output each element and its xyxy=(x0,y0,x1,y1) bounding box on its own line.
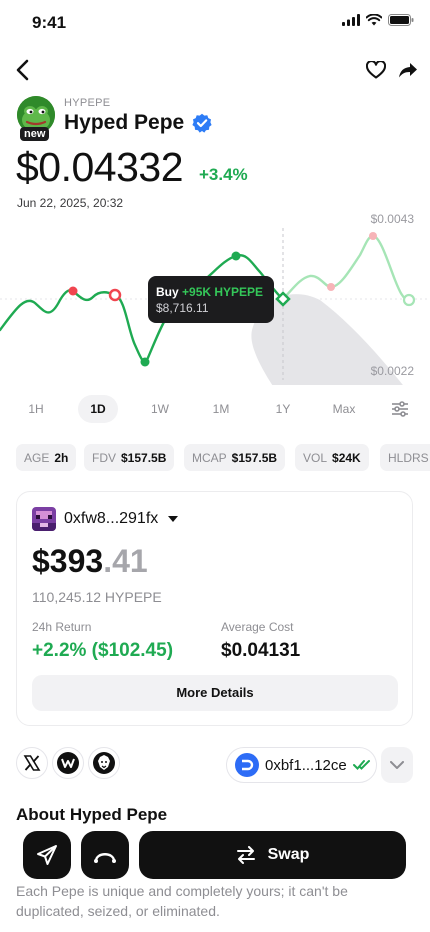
chain-logo-icon xyxy=(235,753,259,777)
stat-fdv: FDV $157.5B xyxy=(84,444,175,471)
wallet-address: 0xfw8...291fx xyxy=(64,510,159,527)
sell-marker[interactable] xyxy=(108,288,122,302)
return-value: +2.2% ($102.45) xyxy=(32,640,174,661)
future-marker xyxy=(402,293,416,307)
price-line-future xyxy=(281,234,411,302)
stat-mcap: MCAP $157.5B xyxy=(184,444,286,471)
website-link-button[interactable] xyxy=(52,747,84,779)
position-balance: $393.41 xyxy=(32,543,148,580)
tooltip-action: Buy xyxy=(156,285,179,299)
swap-label: Swap xyxy=(267,846,310,863)
stat-age: AGE 2h xyxy=(16,444,77,471)
back-button[interactable] xyxy=(10,58,34,82)
share-arrow-icon xyxy=(399,63,417,78)
swap-button[interactable]: Swap xyxy=(139,831,406,879)
token-ticker: HYPEPE xyxy=(64,97,111,109)
x-link-button[interactable] xyxy=(16,747,48,779)
stat-value: $24K xyxy=(332,450,361,465)
bridge-arc-icon xyxy=(94,853,116,863)
timeframe-1m[interactable]: 1M xyxy=(201,395,241,423)
share-button[interactable] xyxy=(396,59,420,81)
lion-logo-icon xyxy=(93,752,115,774)
tooltip-line-1: Buy +95K HYPEPE xyxy=(156,285,263,299)
chart-settings-button[interactable] xyxy=(388,398,412,420)
pixel-avatar-icon xyxy=(32,507,56,531)
avg-cost-label: Average Cost xyxy=(221,620,294,634)
stat-value: $157.5B xyxy=(231,450,278,465)
chevron-down-icon xyxy=(390,761,404,769)
swap-arrows-icon xyxy=(236,846,255,864)
about-title: About Hyped Pepe xyxy=(16,805,168,824)
w-logo-icon xyxy=(57,752,79,774)
stat-value: 2h xyxy=(54,450,69,465)
chart-high-label: $0.0043 xyxy=(370,212,414,226)
sliders-icon xyxy=(392,401,408,417)
wifi-icon xyxy=(366,14,382,26)
status-icons xyxy=(342,14,414,26)
sell-marker[interactable] xyxy=(68,286,78,296)
future-marker xyxy=(327,283,335,291)
tooltip-amount: +95K HYPEPE xyxy=(182,285,264,299)
expand-links-button[interactable] xyxy=(381,747,413,783)
stat-holders: HLDRS xyxy=(380,444,430,471)
buy-marker[interactable] xyxy=(231,251,241,261)
caret-down-icon xyxy=(168,516,179,522)
avg-cost-value: $0.04131 xyxy=(221,640,301,661)
timeframe-1w[interactable]: 1W xyxy=(140,395,180,423)
timeframe-1h[interactable]: 1H xyxy=(16,395,56,423)
heart-icon xyxy=(366,61,386,79)
favorite-button[interactable] xyxy=(364,59,388,81)
token-holdings: 110,245.12 HYPEPE xyxy=(32,589,162,605)
token-name: Hyped Pepe xyxy=(64,111,185,134)
timeframe-max[interactable]: Max xyxy=(324,395,364,423)
stat-key: AGE xyxy=(24,450,50,465)
verified-badge-icon xyxy=(192,113,212,133)
trade-tooltip: Buy +95K HYPEPE $8,716.11 xyxy=(148,276,274,323)
status-time: 9:41 xyxy=(32,13,67,32)
contract-address: 0xbf1...12ce xyxy=(265,756,347,774)
wallet-avatar xyxy=(32,507,56,531)
tooltip-value: $8,716.11 xyxy=(156,301,209,315)
contract-address-chip[interactable]: 0xbf1...12ce xyxy=(226,747,377,783)
wallet-selector[interactable]: 0xfw8...291fx xyxy=(64,510,179,528)
stat-key: HLDRS xyxy=(388,450,429,465)
balance-integer: $393 xyxy=(32,543,104,579)
stat-key: VOL xyxy=(303,450,328,465)
bridge-button[interactable] xyxy=(81,831,129,879)
more-details-button[interactable]: More Details xyxy=(32,675,398,711)
stat-key: MCAP xyxy=(192,450,227,465)
stat-value: $157.5B xyxy=(121,450,167,465)
chevron-left-icon xyxy=(16,59,29,81)
price-change: +3.4% xyxy=(199,165,248,184)
timeframe-1y[interactable]: 1Y xyxy=(263,395,303,423)
x-logo-icon xyxy=(23,755,41,771)
return-label: 24h Return xyxy=(32,620,92,634)
battery-icon xyxy=(388,14,414,26)
balance-decimal: .41 xyxy=(103,543,148,579)
lion-link-button[interactable] xyxy=(88,747,120,779)
stat-key: FDV xyxy=(92,450,116,465)
paper-plane-icon xyxy=(37,845,57,865)
chart-low-label: $0.0022 xyxy=(370,364,414,378)
future-marker xyxy=(369,232,377,240)
stat-vol: VOL $24K xyxy=(295,444,369,471)
timeframe-1d[interactable]: 1D xyxy=(78,395,118,423)
double-check-icon xyxy=(352,760,370,770)
send-button[interactable] xyxy=(23,831,71,879)
cellular-signal-icon xyxy=(342,14,360,26)
new-badge: new xyxy=(20,127,50,141)
buy-marker[interactable] xyxy=(140,357,150,367)
about-description: Each Pepe is unique and completely yours… xyxy=(16,883,348,919)
token-name-row: Hyped Pepe xyxy=(64,111,212,135)
token-price: $0.04332 xyxy=(16,144,184,190)
